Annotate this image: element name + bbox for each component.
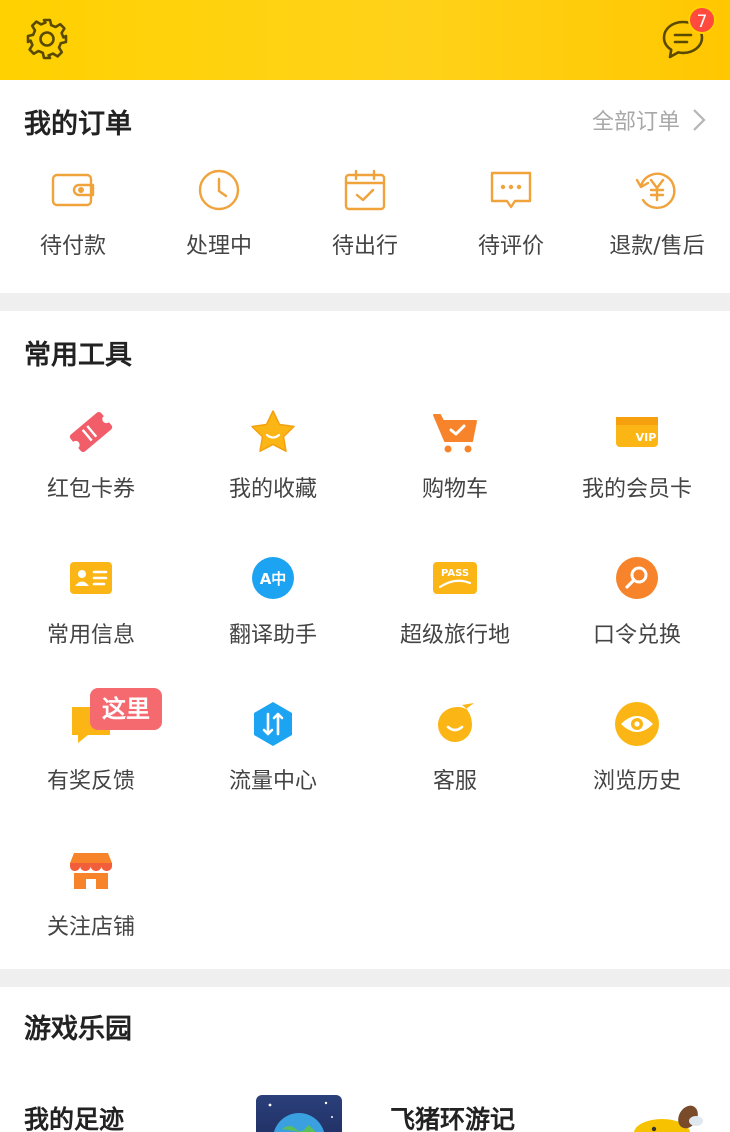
- refund-yen-icon: [635, 172, 676, 210]
- tool-label: 我的会员卡: [581, 477, 692, 502]
- game-park-section: 游戏乐园 我的足迹 飞猪环游记: [0, 987, 730, 1132]
- tool-browse-history[interactable]: 浏览历史: [546, 699, 728, 795]
- chevron-right-icon: [693, 109, 706, 131]
- travel-game-label[interactable]: 飞猪环游记: [390, 1100, 515, 1132]
- globe-icon: [268, 1101, 333, 1132]
- tool-label: 有奖反馈: [46, 769, 135, 794]
- tool-label: 超级旅行地: [399, 623, 510, 648]
- pass-text: PASS: [441, 568, 469, 579]
- tool-translator[interactable]: A中 翻译助手: [182, 553, 364, 649]
- message-count-badge: 7: [688, 6, 716, 34]
- my-orders-section: 我的订单 全部订单 待付款 处理中 待出行 待评价 退款/售后: [0, 80, 730, 293]
- tool-label: 流量中心: [228, 769, 317, 794]
- tool-shopping-cart[interactable]: 购物车: [364, 407, 546, 503]
- tool-common-info[interactable]: 常用信息: [0, 553, 182, 649]
- customer-service-icon: [438, 703, 474, 742]
- tool-label: 口令兑换: [592, 623, 681, 648]
- order-item-label: 待付款: [39, 234, 106, 259]
- tool-coupons[interactable]: 红包卡券: [0, 407, 182, 503]
- comment-icon: [490, 171, 532, 209]
- flying-pig-icon[interactable]: [626, 1099, 706, 1132]
- wallet-icon: [51, 173, 95, 207]
- tool-code-redeem[interactable]: 口令兑换: [546, 553, 728, 649]
- order-pending-payment[interactable]: 待付款: [0, 166, 146, 260]
- eye-icon: [615, 702, 659, 746]
- order-item-label: 待评价: [477, 234, 544, 259]
- vip-card-icon: VIP: [616, 417, 658, 447]
- tool-customer-service[interactable]: 客服: [364, 699, 546, 795]
- tool-data-center[interactable]: 流量中心: [182, 699, 364, 795]
- vip-text: VIP: [636, 431, 657, 444]
- all-orders-link[interactable]: 全部订单: [592, 104, 706, 136]
- globe-thumbnail[interactable]: [256, 1095, 342, 1132]
- tool-member-card[interactable]: VIP 我的会员卡: [546, 407, 728, 503]
- order-to-review[interactable]: 待评价: [438, 166, 584, 260]
- data-traffic-icon: [254, 702, 292, 746]
- tool-label: 常用信息: [46, 623, 135, 648]
- tool-label: 翻译助手: [228, 623, 317, 648]
- top-bar: 7: [0, 0, 730, 80]
- common-tools-section: 常用工具 红包卡券 我的收藏 购物车 VIP 我的会员卡 常用信息 A中 翻译助…: [0, 311, 730, 969]
- calendar-check-icon: [344, 169, 386, 211]
- tool-followed-shops[interactable]: 关注店铺: [0, 845, 182, 941]
- here-tag: 这里: [90, 688, 162, 730]
- order-refund[interactable]: 退款/售后: [584, 166, 730, 260]
- tool-super-destination[interactable]: PASS 超级旅行地: [364, 553, 546, 649]
- cart-icon: [433, 414, 477, 453]
- pass-icon: PASS: [433, 562, 477, 594]
- star-icon: [251, 410, 295, 452]
- tool-feedback[interactable]: 有奖反馈 这里: [0, 688, 182, 795]
- translate-icon: A中: [252, 557, 294, 599]
- tool-label: 关注店铺: [46, 915, 135, 940]
- tool-label: 浏览历史: [592, 769, 681, 794]
- translate-text: A中: [260, 570, 287, 588]
- order-item-label: 处理中: [185, 234, 252, 259]
- coupon-ticket-icon: [69, 411, 113, 453]
- tool-favorites[interactable]: 我的收藏: [182, 407, 364, 503]
- order-item-label: 待出行: [331, 234, 398, 259]
- clock-icon: [198, 169, 240, 211]
- id-card-icon: [70, 562, 112, 594]
- order-processing[interactable]: 处理中: [146, 166, 292, 260]
- tools-title: 常用工具: [24, 340, 132, 371]
- tool-label: 我的收藏: [228, 477, 317, 502]
- my-footprint-label[interactable]: 我的足迹: [24, 1100, 124, 1132]
- shop-icon: [70, 853, 112, 889]
- tool-label: 客服: [432, 769, 477, 794]
- key-search-icon: [616, 557, 658, 599]
- all-orders-label: 全部订单: [591, 110, 680, 135]
- tool-label: 购物车: [421, 477, 488, 502]
- orders-title: 我的订单: [24, 109, 132, 140]
- tool-label: 红包卡券: [46, 477, 135, 502]
- games-title: 游戏乐园: [24, 1014, 132, 1045]
- order-to-travel[interactable]: 待出行: [292, 166, 438, 260]
- settings-gear-icon[interactable]: [24, 16, 70, 62]
- order-item-label: 退款/售后: [609, 234, 705, 259]
